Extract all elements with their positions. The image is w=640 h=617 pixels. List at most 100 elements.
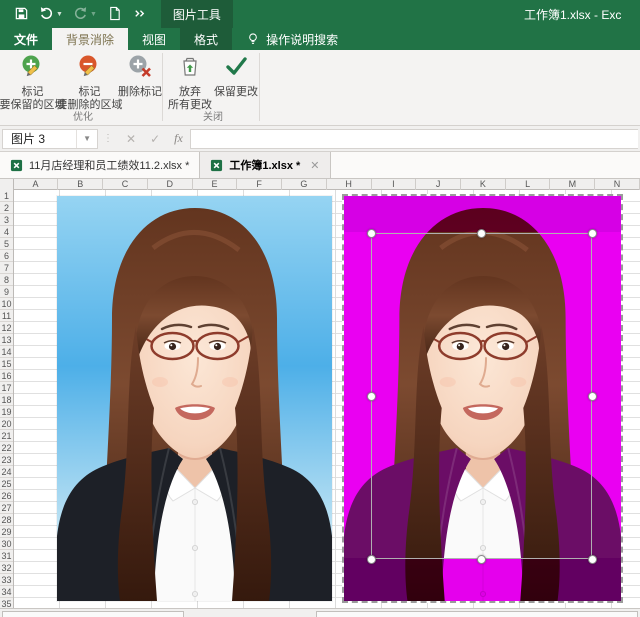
row-header-6[interactable]: 6 — [0, 250, 13, 262]
close-icon[interactable]: ✕ — [310, 159, 319, 172]
document-tab[interactable]: 11月店经理和员工绩效11.2.xlsx * — [0, 152, 200, 178]
selection-handle-middle-right[interactable] — [588, 392, 597, 401]
row-header-24[interactable]: 24 — [0, 466, 13, 478]
column-header-H[interactable]: H — [327, 179, 372, 190]
tab-label: 文件 — [14, 31, 38, 48]
row-header-21[interactable]: 21 — [0, 430, 13, 442]
column-header-J[interactable]: J — [416, 179, 461, 190]
new-document-button[interactable] — [107, 6, 122, 23]
worksheet[interactable]: ABCDEFGHIJKLMN 1234567891011121314151617… — [0, 179, 640, 608]
original-id-photo[interactable] — [57, 196, 332, 601]
column-header-A[interactable]: A — [14, 179, 59, 190]
column-header-F[interactable]: F — [237, 179, 282, 190]
column-header-L[interactable]: L — [506, 179, 551, 190]
title-bar: ▼▼ 图片工具 工作簿1.xlsx - Exc — [0, 0, 640, 28]
tab-格式[interactable]: 格式 — [180, 28, 232, 50]
enter-icon[interactable]: ✓ — [143, 132, 167, 146]
discard-changes-button[interactable]: 放弃所有更改 — [167, 50, 213, 112]
dropdown-caret-icon[interactable]: ▼ — [90, 11, 97, 18]
tab-背景消除[interactable]: 背景消除 — [52, 28, 128, 50]
selection-handle-top-right[interactable] — [588, 229, 597, 238]
document-tab[interactable]: 工作簿1.xlsx * ✕ — [200, 152, 330, 178]
save-button[interactable] — [14, 6, 29, 23]
tab-操作说明搜索[interactable]: 操作说明搜索 — [232, 28, 352, 50]
row-header-14[interactable]: 14 — [0, 346, 13, 358]
column-header-D[interactable]: D — [148, 179, 193, 190]
undo-button[interactable]: ▼ — [39, 6, 63, 23]
row-header-32[interactable]: 32 — [0, 562, 13, 574]
lightbulb-icon — [246, 32, 260, 46]
row-header-28[interactable]: 28 — [0, 514, 13, 526]
row-header-1[interactable]: 1 — [0, 190, 13, 202]
more-commands-button[interactable] — [132, 6, 147, 23]
row-header-7[interactable]: 7 — [0, 262, 13, 274]
select-all-corner[interactable] — [0, 179, 14, 190]
tab-label: 格式 — [194, 31, 218, 48]
mark-remove-button[interactable]: 标记要删除的区域 — [61, 50, 118, 112]
row-header-26[interactable]: 26 — [0, 490, 13, 502]
row-header-10[interactable]: 10 — [0, 298, 13, 310]
selection-handle-bottom-right[interactable] — [588, 555, 597, 564]
row-header-23[interactable]: 23 — [0, 454, 13, 466]
insert-function-icon[interactable]: fx — [167, 131, 190, 146]
column-header-N[interactable]: N — [595, 179, 640, 190]
row-header-19[interactable]: 19 — [0, 406, 13, 418]
row-header-27[interactable]: 27 — [0, 502, 13, 514]
name-box-dropdown-icon[interactable]: ▼ — [76, 130, 97, 148]
tab-文件[interactable]: 文件 — [0, 28, 52, 50]
row-header-8[interactable]: 8 — [0, 274, 13, 286]
tab-视图[interactable]: 视图 — [128, 28, 180, 50]
row-header-33[interactable]: 33 — [0, 574, 13, 586]
row-header-4[interactable]: 4 — [0, 226, 13, 238]
excel-window: { "window": { "title": "工作簿1.xlsx - Exc"… — [0, 0, 640, 617]
redo-button[interactable]: ▼ — [73, 6, 97, 23]
row-header-5[interactable]: 5 — [0, 238, 13, 250]
column-header-G[interactable]: G — [282, 179, 327, 190]
row-header-30[interactable]: 30 — [0, 538, 13, 550]
keep-area-selection-rectangle[interactable] — [371, 233, 592, 559]
mark-keep-button[interactable]: 标记要保留的区域 — [4, 50, 61, 112]
row-header-22[interactable]: 22 — [0, 442, 13, 454]
row-header-16[interactable]: 16 — [0, 370, 13, 382]
row-header-31[interactable]: 31 — [0, 550, 13, 562]
window-title: 工作簿1.xlsx - Exc — [524, 0, 640, 28]
delete-mark-button[interactable]: 删除标记 — [118, 50, 162, 99]
column-header-C[interactable]: C — [103, 179, 148, 190]
selection-handle-bottom-middle[interactable] — [477, 555, 486, 564]
row-header-35[interactable]: 35 — [0, 598, 13, 608]
keep-changes-button[interactable]: 保留更改 — [213, 50, 259, 99]
row-header-15[interactable]: 15 — [0, 358, 13, 370]
row-header-11[interactable]: 11 — [0, 310, 13, 322]
column-header-I[interactable]: I — [372, 179, 417, 190]
row-header-25[interactable]: 25 — [0, 478, 13, 490]
column-header-E[interactable]: E — [193, 179, 238, 190]
selection-handle-top-left[interactable] — [367, 229, 376, 238]
dropdown-caret-icon[interactable]: ▼ — [56, 11, 63, 18]
document-tab-label: 工作簿1.xlsx * — [229, 157, 300, 173]
formula-input[interactable] — [190, 129, 638, 149]
column-header-M[interactable]: M — [550, 179, 595, 190]
bottom-scrollbar-strip — [0, 608, 640, 617]
selection-handle-middle-left[interactable] — [367, 392, 376, 401]
selection-handle-bottom-left[interactable] — [367, 555, 376, 564]
row-header-34[interactable]: 34 — [0, 586, 13, 598]
row-header-17[interactable]: 17 — [0, 382, 13, 394]
row-header-3[interactable]: 3 — [0, 214, 13, 226]
column-header-B[interactable]: B — [58, 179, 103, 190]
row-header-13[interactable]: 13 — [0, 334, 13, 346]
column-header-K[interactable]: K — [461, 179, 506, 190]
row-header-20[interactable]: 20 — [0, 418, 13, 430]
mark-remove-icon — [77, 53, 103, 84]
cancel-icon[interactable]: ✕ — [119, 132, 143, 146]
sheet-tab-area[interactable] — [2, 611, 184, 617]
row-header-18[interactable]: 18 — [0, 394, 13, 406]
row-header-29[interactable]: 29 — [0, 526, 13, 538]
name-box[interactable]: 图片 3 ▼ — [2, 129, 98, 149]
row-header-2[interactable]: 2 — [0, 202, 13, 214]
background-removal-preview-photo[interactable] — [342, 194, 623, 603]
ribbon-tab-row: 文件背景消除视图格式操作说明搜索 — [0, 28, 640, 50]
selection-handle-top-middle[interactable] — [477, 229, 486, 238]
row-header-9[interactable]: 9 — [0, 286, 13, 298]
row-header-12[interactable]: 12 — [0, 322, 13, 334]
horizontal-scrollbar[interactable] — [316, 611, 638, 617]
